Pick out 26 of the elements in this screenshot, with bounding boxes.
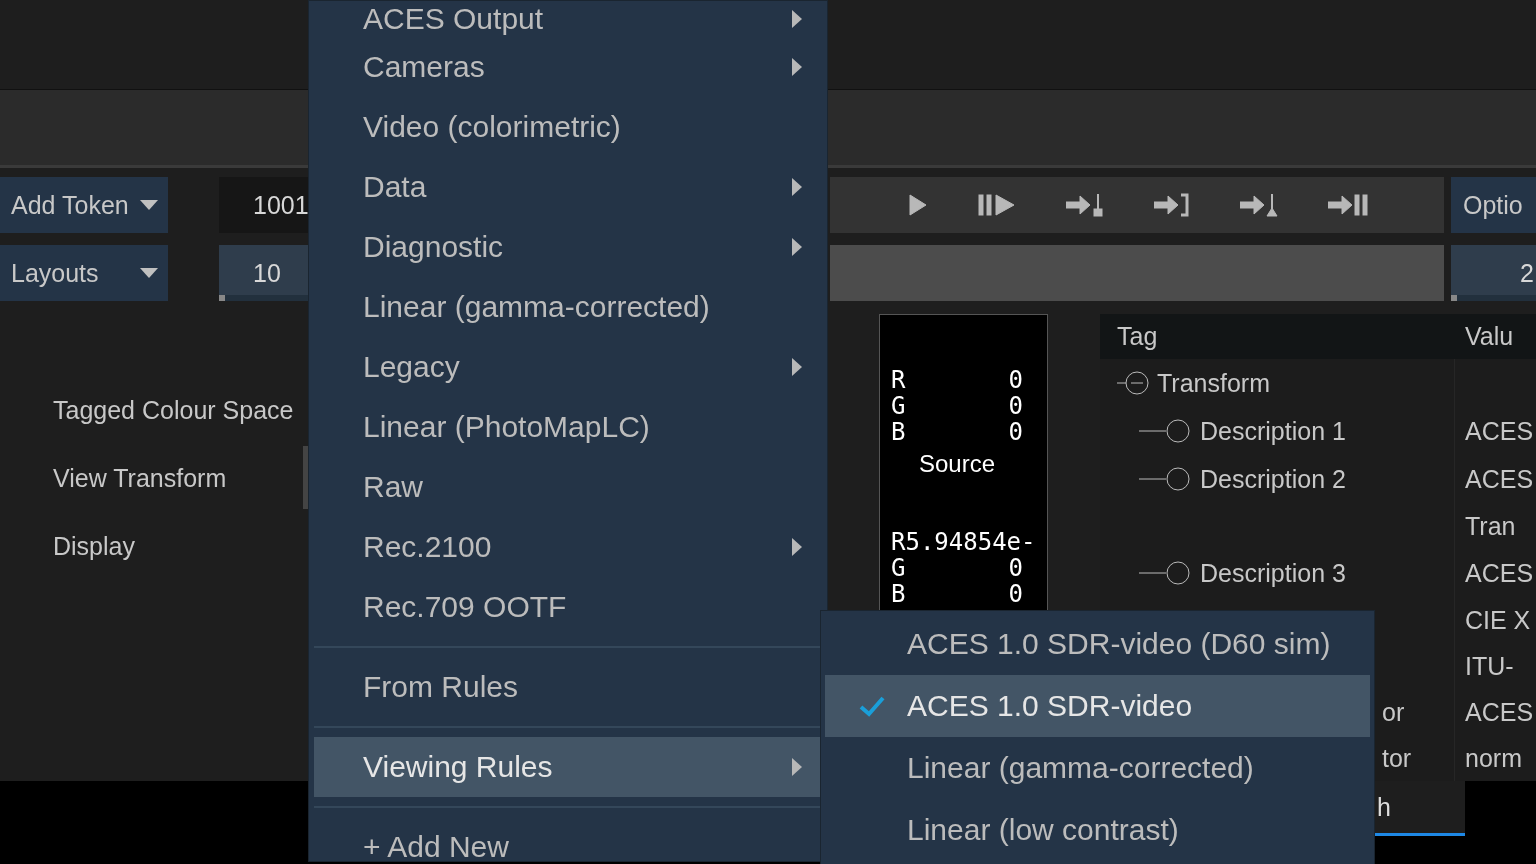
channel-label: G <box>891 555 906 581</box>
field-label: Tagged Colour Space <box>53 398 295 423</box>
field-label: View Transform <box>53 466 228 491</box>
channel-label: B <box>891 419 906 445</box>
channel-value: 0 <box>1008 555 1023 581</box>
channel-label: R <box>891 367 906 393</box>
channel-label: B <box>891 581 906 607</box>
value-cell-text: ACES <box>1464 697 1535 727</box>
channel-label: R <box>891 529 906 555</box>
field-label: Display <box>53 534 136 559</box>
channel-value: 0 <box>1008 419 1023 445</box>
source-caption: Source <box>917 451 996 477</box>
column-header: Valu <box>1464 322 1515 351</box>
value-cell-text: ACES <box>1464 558 1535 588</box>
value-cell-text: Tran <box>1464 511 1517 541</box>
channel-label: G <box>891 393 906 419</box>
column-header: Tag <box>1116 322 1159 351</box>
channel-value: 0 <box>1008 367 1023 393</box>
value-cell-text: ITU- <box>1464 651 1515 681</box>
value-cell-text: norm <box>1464 743 1523 773</box>
value-cell-text: CIE X <box>1464 605 1532 635</box>
channel-value: 5.94854e- <box>905 529 1036 555</box>
value-cell-text: ACES <box>1464 416 1535 446</box>
channel-value: 0 <box>1008 393 1023 419</box>
value-cell-text: ACES <box>1464 464 1535 494</box>
channel-value: 0 <box>1008 581 1023 607</box>
